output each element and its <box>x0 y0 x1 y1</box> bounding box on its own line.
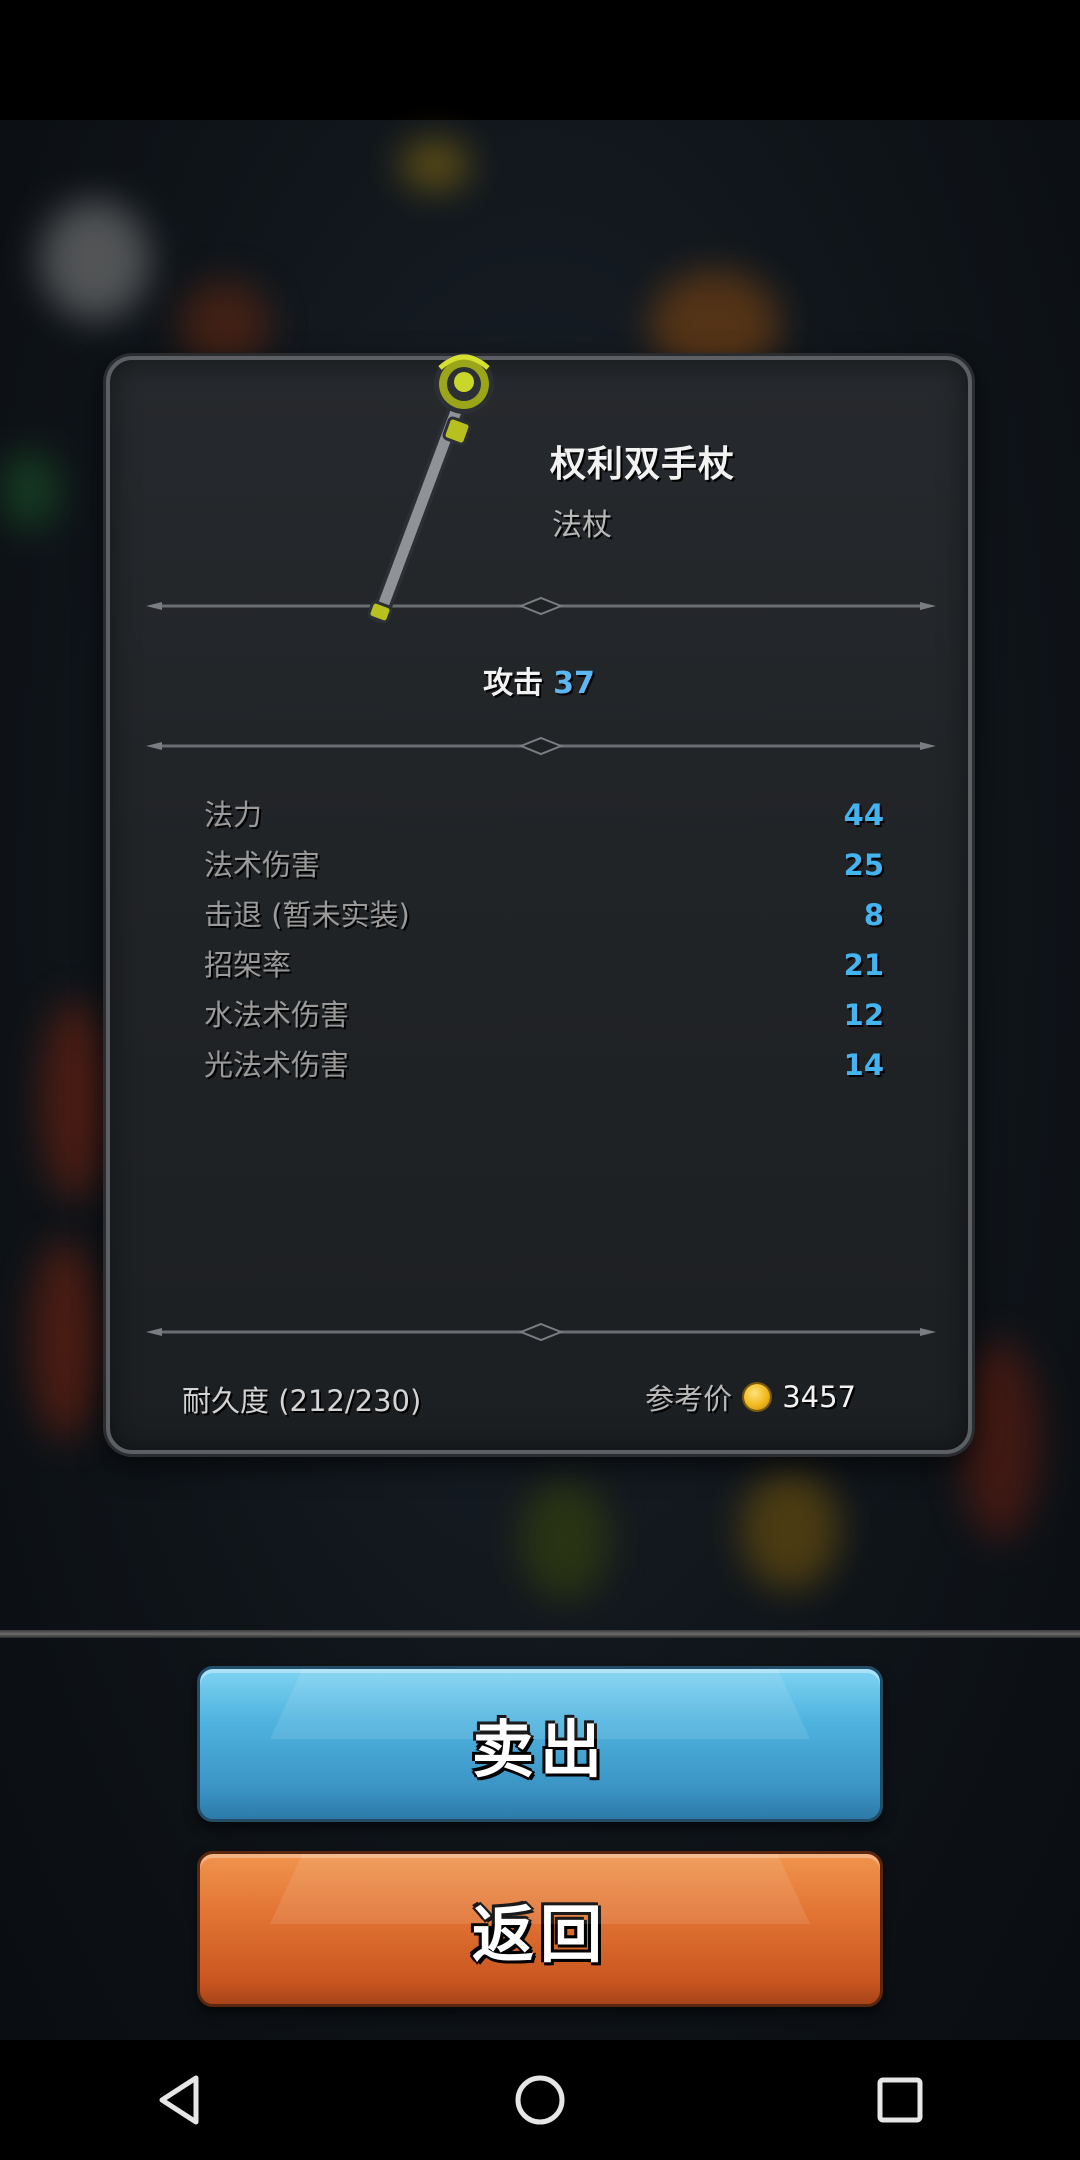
bg-blob <box>520 1480 610 1600</box>
stat-name: 法术伤害 <box>204 848 321 882</box>
gold-coin-icon <box>744 1384 771 1410</box>
system-nav-bar <box>0 2040 1080 2160</box>
bg-blob <box>960 1340 1040 1540</box>
nav-back-button[interactable] <box>140 2060 220 2140</box>
stat-row: 击退 (暂未实装) 8 <box>204 890 884 940</box>
attack-row: 攻击 37 <box>110 658 968 702</box>
stat-row: 法力 44 <box>204 790 884 840</box>
stat-value: 8 <box>863 898 884 932</box>
durability-label: 耐久度 (212/230) <box>182 1384 422 1418</box>
button-bevel <box>270 1854 810 1924</box>
back-button[interactable]: 返回 <box>197 1851 883 2007</box>
bg-blob <box>0 450 60 530</box>
stat-list: 法力 44 法术伤害 25 击退 (暂未实装) 8 招架率 21 水法术伤害 1… <box>204 790 884 1090</box>
stat-name: 招架率 <box>204 948 292 982</box>
item-name: 权利双手杖 <box>550 444 736 485</box>
golden-staff-icon <box>367 354 494 624</box>
panel-separator <box>0 1630 1080 1638</box>
divider-ornament <box>146 1322 936 1342</box>
nav-recents-button[interactable] <box>860 2060 940 2140</box>
nav-home-button[interactable] <box>500 2060 580 2140</box>
stat-name: 光法术伤害 <box>204 1048 350 1082</box>
circle-home-icon <box>515 2075 565 2125</box>
game-screen: 权利双手杖 法杖 攻击 37 法力 44 法术伤害 25 击退 (暂未实装) 8 … <box>0 0 1080 2160</box>
stat-value: 25 <box>843 848 884 882</box>
item-type: 法杖 <box>552 508 612 543</box>
stat-value: 21 <box>843 948 884 982</box>
sell-button[interactable]: 卖出 <box>197 1666 883 1822</box>
attack-label: 攻击 <box>483 666 544 701</box>
bg-blob <box>30 1240 100 1440</box>
bg-blob <box>40 1000 110 1200</box>
status-bar <box>0 0 1080 120</box>
price-value: 3457 <box>782 1380 856 1414</box>
stat-name: 水法术伤害 <box>204 998 350 1032</box>
bg-blob <box>740 1470 840 1590</box>
stat-value: 12 <box>843 998 884 1032</box>
stat-value: 44 <box>843 798 884 832</box>
bg-blob <box>400 140 470 190</box>
price-label: 参考价 <box>645 1382 733 1416</box>
divider-ornament <box>146 736 936 756</box>
stat-row: 招架率 21 <box>204 940 884 990</box>
button-bevel <box>270 1669 810 1739</box>
reference-price: 参考价 3457 <box>645 1376 856 1418</box>
stat-name: 法力 <box>204 798 263 832</box>
stat-name: 击退 (暂未实装) <box>204 898 410 932</box>
item-detail-card: 权利双手杖 法杖 攻击 37 法力 44 法术伤害 25 击退 (暂未实装) 8 … <box>106 354 972 1454</box>
stat-row: 水法术伤害 12 <box>204 990 884 1040</box>
triangle-back-icon <box>159 2075 199 2125</box>
square-recents-icon <box>877 2077 923 2123</box>
bg-blob <box>40 200 150 320</box>
attack-value: 37 <box>553 666 595 701</box>
divider-ornament <box>146 596 936 616</box>
stat-value: 14 <box>843 1048 884 1082</box>
stat-row: 光法术伤害 14 <box>204 1040 884 1090</box>
stat-row: 法术伤害 25 <box>204 840 884 890</box>
